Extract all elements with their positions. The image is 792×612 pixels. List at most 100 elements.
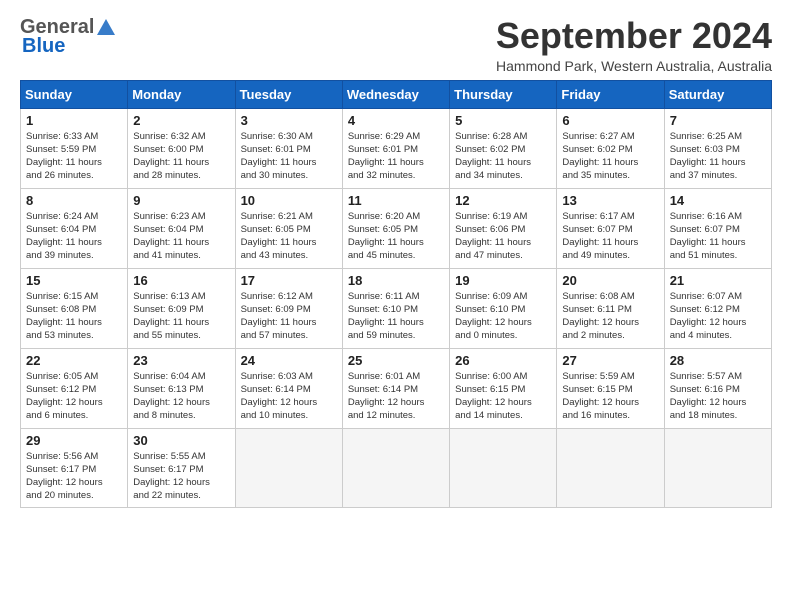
- table-row: 1 Sunrise: 6:33 AM Sunset: 5:59 PM Daylig…: [21, 108, 128, 188]
- day-info: Sunrise: 6:24 AM Sunset: 6:04 PM Dayligh…: [26, 211, 102, 262]
- table-row: 30 Sunrise: 5:55 AM Sunset: 6:17 PM Dayli…: [128, 428, 235, 507]
- day-number: 21: [670, 273, 766, 288]
- day-info: Sunrise: 5:57 AM Sunset: 6:16 PM Dayligh…: [670, 371, 747, 422]
- logo-blue: Blue: [22, 35, 65, 58]
- day-number: 13: [562, 193, 658, 208]
- table-row: 15 Sunrise: 6:15 AM Sunset: 6:08 PM Dayli…: [21, 268, 128, 348]
- day-info: Sunrise: 6:01 AM Sunset: 6:14 PM Dayligh…: [348, 371, 425, 422]
- header-row: Sunday Monday Tuesday Wednesday Thursday…: [21, 80, 772, 108]
- day-info: Sunrise: 5:55 AM Sunset: 6:17 PM Dayligh…: [133, 451, 210, 502]
- table-row: 2 Sunrise: 6:32 AM Sunset: 6:00 PM Daylig…: [128, 108, 235, 188]
- day-number: 22: [26, 353, 122, 368]
- day-number: 15: [26, 273, 122, 288]
- col-friday: Friday: [557, 80, 664, 108]
- table-row: 25 Sunrise: 6:01 AM Sunset: 6:14 PM Dayli…: [342, 348, 449, 428]
- table-row: 8 Sunrise: 6:24 AM Sunset: 6:04 PM Daylig…: [21, 188, 128, 268]
- day-info: Sunrise: 6:03 AM Sunset: 6:14 PM Dayligh…: [241, 371, 318, 422]
- day-number: 16: [133, 273, 229, 288]
- table-row: 22 Sunrise: 6:05 AM Sunset: 6:12 PM Dayli…: [21, 348, 128, 428]
- table-row: 21 Sunrise: 6:07 AM Sunset: 6:12 PM Dayli…: [664, 268, 771, 348]
- table-row: 12 Sunrise: 6:19 AM Sunset: 6:06 PM Dayli…: [450, 188, 557, 268]
- day-number: 26: [455, 353, 551, 368]
- table-row: 16 Sunrise: 6:13 AM Sunset: 6:09 PM Dayli…: [128, 268, 235, 348]
- day-info: Sunrise: 6:21 AM Sunset: 6:05 PM Dayligh…: [241, 211, 317, 262]
- table-row: 14Sunrise: 6:16 AM Sunset: 6:07 PM Dayli…: [664, 188, 771, 268]
- table-row: [342, 428, 449, 507]
- col-tuesday: Tuesday: [235, 80, 342, 108]
- day-info: Sunrise: 6:20 AM Sunset: 6:05 PM Dayligh…: [348, 211, 424, 262]
- col-thursday: Thursday: [450, 80, 557, 108]
- day-info: Sunrise: 6:25 AM Sunset: 6:03 PM Dayligh…: [670, 131, 746, 182]
- location: Hammond Park, Western Australia, Austral…: [496, 58, 772, 74]
- day-info: Sunrise: 6:29 AM Sunset: 6:01 PM Dayligh…: [348, 131, 424, 182]
- table-row: 23Sunrise: 6:04 AM Sunset: 6:13 PM Dayli…: [128, 348, 235, 428]
- day-info: Sunrise: 6:05 AM Sunset: 6:12 PM Dayligh…: [26, 371, 103, 422]
- day-number: 4: [348, 113, 444, 128]
- day-number: 18: [348, 273, 444, 288]
- day-number: 7: [670, 113, 766, 128]
- day-number: 3: [241, 113, 337, 128]
- day-number: 14: [670, 193, 766, 208]
- calendar-page: General Blue September 2024 Hammond Park…: [0, 0, 792, 612]
- table-row: 18Sunrise: 6:11 AM Sunset: 6:10 PM Dayli…: [342, 268, 449, 348]
- day-number: 2: [133, 113, 229, 128]
- day-number: 9: [133, 193, 229, 208]
- table-row: 26 Sunrise: 6:00 AM Sunset: 6:15 PM Dayli…: [450, 348, 557, 428]
- table-row: [235, 428, 342, 507]
- month-title: September 2024: [496, 16, 772, 56]
- table-row: [450, 428, 557, 507]
- day-number: 11: [348, 193, 444, 208]
- table-row: 19 Sunrise: 6:09 AM Sunset: 6:10 PM Dayli…: [450, 268, 557, 348]
- day-info: Sunrise: 6:04 AM Sunset: 6:13 PM Dayligh…: [133, 371, 210, 422]
- day-info: Sunrise: 6:23 AM Sunset: 6:04 PM Dayligh…: [133, 211, 209, 262]
- day-number: 10: [241, 193, 337, 208]
- day-info: Sunrise: 6:17 AM Sunset: 6:07 PM Dayligh…: [562, 211, 638, 262]
- table-row: 24 Sunrise: 6:03 AM Sunset: 6:14 PM Dayli…: [235, 348, 342, 428]
- logo-icon: [95, 17, 117, 39]
- table-row: 27 Sunrise: 5:59 AM Sunset: 6:15 PM Dayli…: [557, 348, 664, 428]
- table-row: 3Sunrise: 6:30 AM Sunset: 6:01 PM Daylig…: [235, 108, 342, 188]
- day-number: 17: [241, 273, 337, 288]
- col-monday: Monday: [128, 80, 235, 108]
- col-sunday: Sunday: [21, 80, 128, 108]
- title-area: September 2024 Hammond Park, Western Aus…: [496, 16, 772, 74]
- table-row: 11 Sunrise: 6:20 AM Sunset: 6:05 PM Dayli…: [342, 188, 449, 268]
- day-info: Sunrise: 6:00 AM Sunset: 6:15 PM Dayligh…: [455, 371, 532, 422]
- day-info: Sunrise: 6:33 AM Sunset: 5:59 PM Dayligh…: [26, 131, 102, 182]
- table-row: 6Sunrise: 6:27 AM Sunset: 6:02 PM Daylig…: [557, 108, 664, 188]
- day-info: Sunrise: 5:56 AM Sunset: 6:17 PM Dayligh…: [26, 451, 103, 502]
- table-row: 20Sunrise: 6:08 AM Sunset: 6:11 PM Dayli…: [557, 268, 664, 348]
- day-number: 8: [26, 193, 122, 208]
- day-info: Sunrise: 6:07 AM Sunset: 6:12 PM Dayligh…: [670, 291, 747, 342]
- day-number: 1: [26, 113, 122, 128]
- day-info: Sunrise: 5:59 AM Sunset: 6:15 PM Dayligh…: [562, 371, 639, 422]
- day-info: Sunrise: 6:08 AM Sunset: 6:11 PM Dayligh…: [562, 291, 639, 342]
- calendar-table: Sunday Monday Tuesday Wednesday Thursday…: [20, 80, 772, 508]
- col-wednesday: Wednesday: [342, 80, 449, 108]
- table-row: 10 Sunrise: 6:21 AM Sunset: 6:05 PM Dayli…: [235, 188, 342, 268]
- day-number: 25: [348, 353, 444, 368]
- table-row: 9 Sunrise: 6:23 AM Sunset: 6:04 PM Daylig…: [128, 188, 235, 268]
- logo-area: General Blue: [20, 16, 118, 58]
- table-row: [664, 428, 771, 507]
- col-saturday: Saturday: [664, 80, 771, 108]
- day-info: Sunrise: 6:15 AM Sunset: 6:08 PM Dayligh…: [26, 291, 102, 342]
- day-info: Sunrise: 6:12 AM Sunset: 6:09 PM Dayligh…: [241, 291, 317, 342]
- day-number: 30: [133, 433, 229, 448]
- day-number: 12: [455, 193, 551, 208]
- table-row: [557, 428, 664, 507]
- table-row: 13 Sunrise: 6:17 AM Sunset: 6:07 PM Dayli…: [557, 188, 664, 268]
- day-number: 24: [241, 353, 337, 368]
- day-info: Sunrise: 6:32 AM Sunset: 6:00 PM Dayligh…: [133, 131, 209, 182]
- day-info: Sunrise: 6:13 AM Sunset: 6:09 PM Dayligh…: [133, 291, 209, 342]
- day-number: 19: [455, 273, 551, 288]
- day-number: 28: [670, 353, 766, 368]
- day-number: 5: [455, 113, 551, 128]
- day-info: Sunrise: 6:09 AM Sunset: 6:10 PM Dayligh…: [455, 291, 532, 342]
- header: General Blue September 2024 Hammond Park…: [20, 16, 772, 74]
- day-number: 29: [26, 433, 122, 448]
- day-number: 27: [562, 353, 658, 368]
- table-row: 4 Sunrise: 6:29 AM Sunset: 6:01 PM Daylig…: [342, 108, 449, 188]
- day-info: Sunrise: 6:19 AM Sunset: 6:06 PM Dayligh…: [455, 211, 531, 262]
- table-row: 28 Sunrise: 5:57 AM Sunset: 6:16 PM Dayli…: [664, 348, 771, 428]
